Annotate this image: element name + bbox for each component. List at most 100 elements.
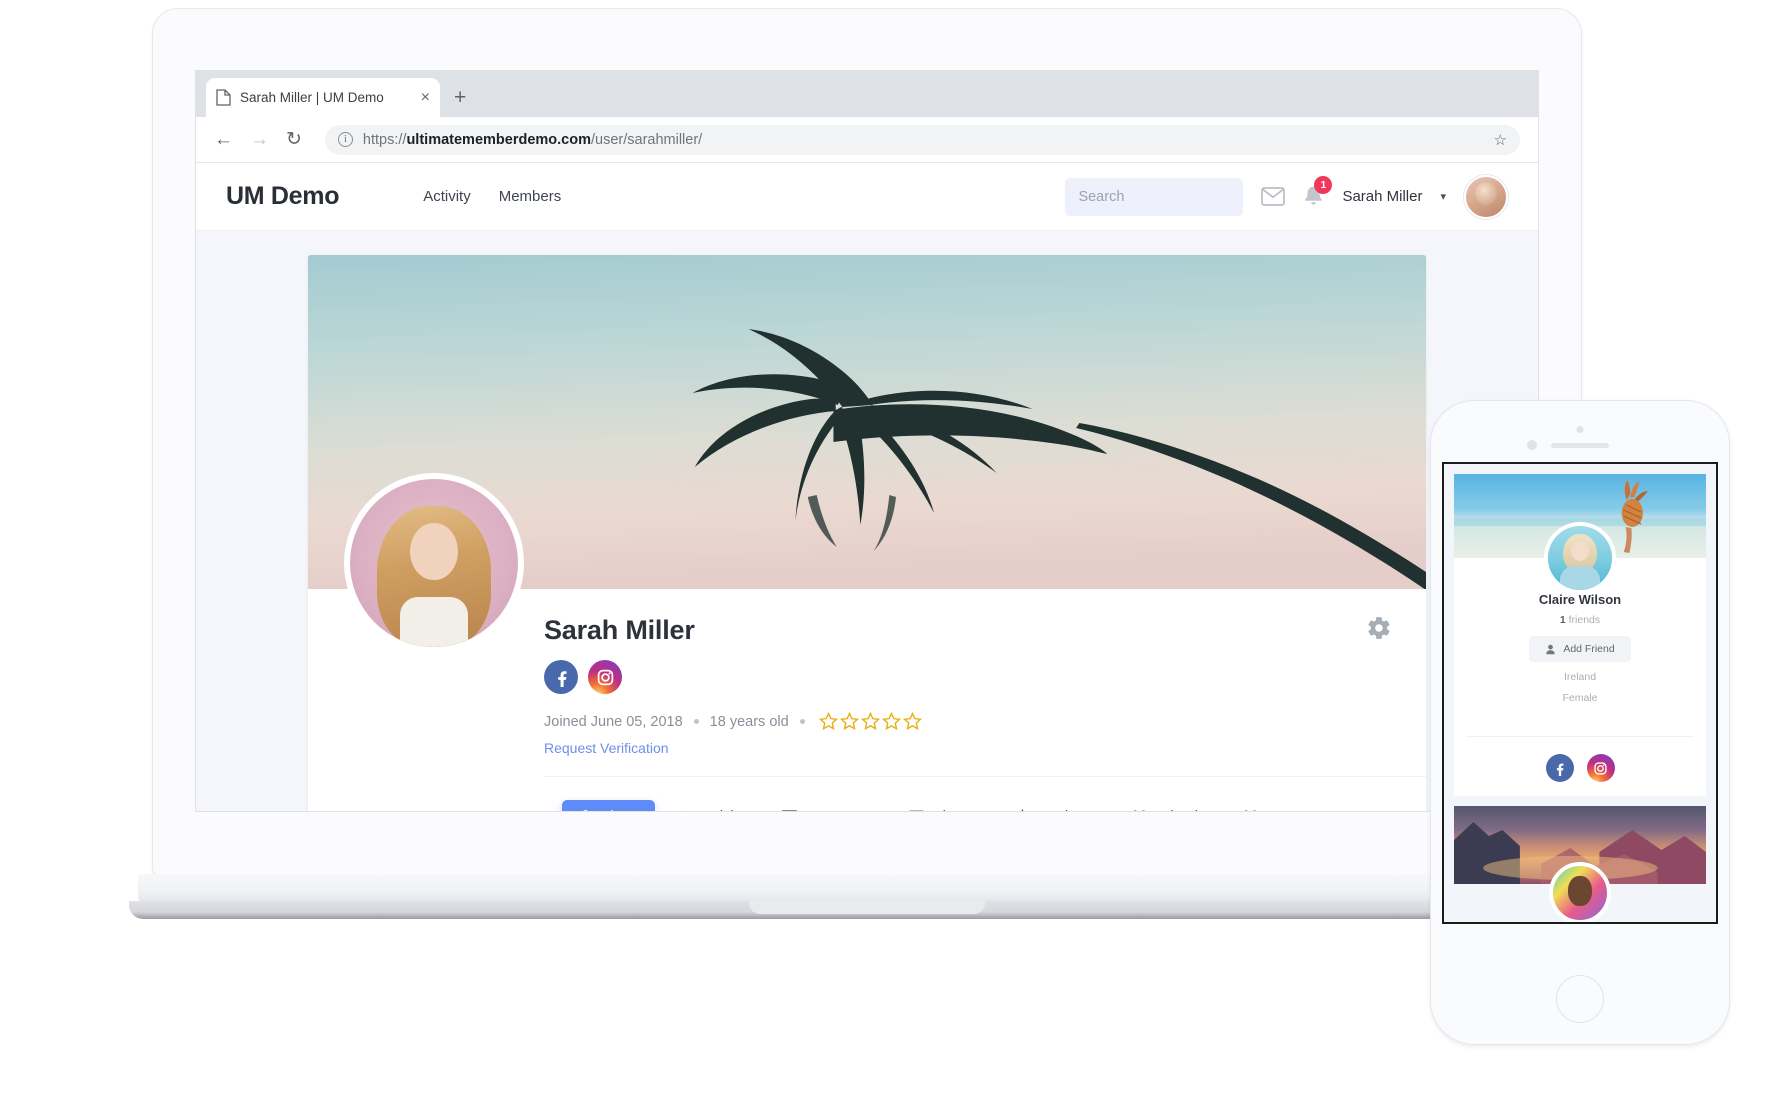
- site-logo[interactable]: UM Demo: [226, 182, 339, 211]
- user-icon: [1545, 644, 1556, 655]
- profile-meta: Joined June 05, 2018 18 years old: [544, 712, 1426, 731]
- browser-tab-strip: Sarah Miller | UM Demo × +: [196, 71, 1538, 117]
- navbar-user-name[interactable]: Sarah Miller: [1342, 188, 1422, 205]
- phone-social-links: [1454, 737, 1706, 796]
- browser-tab-title: Sarah Miller | UM Demo: [240, 90, 412, 105]
- close-tab-icon[interactable]: ×: [421, 90, 430, 106]
- url-prefix: https://: [363, 132, 407, 148]
- page-favicon-icon: [216, 89, 231, 106]
- request-verification-link[interactable]: Request Verification: [544, 740, 1426, 756]
- tab-activity-label: Activity: [699, 809, 745, 813]
- profile-joined-date: Joined June 05, 2018: [544, 714, 683, 730]
- star-icon: [1014, 808, 1031, 812]
- instagram-icon[interactable]: [588, 660, 622, 694]
- site-nav-links: Activity Members: [423, 188, 561, 205]
- navbar-avatar[interactable]: [1464, 175, 1508, 219]
- url-domain: ultimatememberdemo.com: [406, 132, 591, 148]
- profile-tabs: About Activity Messages: [544, 776, 1426, 812]
- laptop-screen: Sarah Miller | UM Demo × + ← → ↻ i https…: [195, 70, 1539, 812]
- profile-age: 18 years old: [710, 714, 789, 730]
- profile-avatar[interactable]: [344, 473, 524, 653]
- star-icon[interactable]: [819, 712, 838, 731]
- search-placeholder: Search: [1078, 189, 1124, 205]
- tab-messages-label: Messages: [806, 809, 872, 813]
- profile-card: Sarah Miller: [308, 255, 1426, 812]
- address-bar[interactable]: i https://ultimatememberdemo.com/user/sa…: [325, 125, 1520, 155]
- meta-separator: [694, 719, 699, 724]
- screenshot-stage: Sarah Miller | UM Demo × + ← → ↻ i https…: [0, 0, 1776, 1095]
- tab-about[interactable]: About: [562, 800, 655, 813]
- gear-icon[interactable]: [1366, 615, 1392, 646]
- add-friend-label: Add Friend: [1563, 643, 1614, 655]
- star-icon[interactable]: [861, 712, 880, 731]
- back-button[interactable]: ←: [214, 130, 233, 149]
- image-icon: [908, 809, 925, 813]
- star-icon[interactable]: [840, 712, 859, 731]
- tab-reviews[interactable]: Reviews: [998, 799, 1110, 812]
- chevron-down-icon[interactable]: ▾: [1440, 190, 1446, 203]
- navbar-right: Search: [1065, 175, 1508, 219]
- profile-details: Sarah Miller: [308, 589, 1426, 812]
- phone-mockup: Claire Wilson 1 friends Add Friend Irela…: [1430, 400, 1730, 1045]
- friends-label: friends: [1569, 614, 1601, 626]
- profile-name: Sarah Miller: [544, 589, 1426, 646]
- tab-friends-label: Friends: [1157, 809, 1205, 813]
- avatar-face: [1568, 876, 1592, 906]
- reload-button[interactable]: ↻: [286, 130, 302, 149]
- meta-separator: [800, 719, 805, 724]
- avatar-face: [410, 523, 457, 580]
- avatar-top: [400, 597, 467, 647]
- users-icon: [1241, 809, 1260, 812]
- phone-profile-avatar[interactable]: [1544, 522, 1616, 594]
- star-icon[interactable]: [903, 712, 922, 731]
- messages-icon[interactable]: [1261, 187, 1285, 206]
- tab-about-label: About: [601, 809, 639, 813]
- instagram-icon[interactable]: [1587, 754, 1615, 782]
- profile-social-links: [544, 660, 1426, 694]
- edit-icon: [675, 809, 691, 813]
- phone-screen: Claire Wilson 1 friends Add Friend Irela…: [1442, 462, 1718, 924]
- rating-stars[interactable]: [819, 712, 922, 731]
- phone-speaker: [1551, 443, 1609, 448]
- phone-profile-country: Ireland: [1468, 671, 1692, 683]
- user-icon: [578, 809, 593, 812]
- phone-profile-card: Claire Wilson 1 friends Add Friend Irela…: [1454, 474, 1706, 796]
- profile-page: Sarah Miller: [196, 231, 1538, 812]
- tab-friends[interactable]: Friends: [1114, 800, 1221, 813]
- tab-photos[interactable]: Photos: [892, 800, 994, 813]
- site-viewport: UM Demo Activity Members Search: [196, 163, 1538, 812]
- tab-groups[interactable]: Groups: [1225, 800, 1332, 813]
- tab-activity[interactable]: Activity: [659, 800, 761, 813]
- avatar-face: [1571, 541, 1589, 560]
- laptop-hinge: [138, 874, 1596, 904]
- nav-link-members[interactable]: Members: [499, 188, 562, 205]
- phone-camera: [1577, 426, 1584, 433]
- phone-profile-name: Claire Wilson: [1468, 592, 1692, 607]
- tab-groups-label: Groups: [1268, 809, 1316, 813]
- site-info-icon[interactable]: i: [338, 132, 353, 147]
- envelope-icon: [781, 810, 798, 813]
- phone-profile-gender: Female: [1468, 692, 1692, 704]
- users-icon: [1130, 809, 1149, 812]
- phone-home-button[interactable]: [1556, 975, 1604, 1023]
- star-icon[interactable]: [882, 712, 901, 731]
- laptop-mockup: Sarah Miller | UM Demo × + ← → ↻ i https…: [152, 8, 1582, 913]
- add-friend-button[interactable]: Add Friend: [1529, 636, 1630, 662]
- forward-button[interactable]: →: [250, 130, 269, 149]
- browser-tab[interactable]: Sarah Miller | UM Demo ×: [206, 78, 440, 117]
- laptop-trackpad-notch: [749, 901, 985, 914]
- tab-reviews-label: Reviews: [1039, 809, 1094, 813]
- search-input[interactable]: Search: [1065, 178, 1243, 216]
- phone-friends-count: 1 friends: [1468, 614, 1692, 626]
- notification-badge: 1: [1314, 176, 1332, 194]
- address-bar-url: https://ultimatememberdemo.com/user/sara…: [363, 132, 702, 148]
- bookmark-star-icon[interactable]: ☆: [1494, 131, 1507, 149]
- facebook-icon[interactable]: [1546, 754, 1574, 782]
- notifications-icon[interactable]: 1: [1303, 185, 1324, 208]
- phone-profile-avatar-2[interactable]: [1549, 862, 1611, 924]
- browser-toolbar: ← → ↻ i https://ultimatememberdemo.com/u…: [196, 117, 1538, 163]
- new-tab-button[interactable]: +: [454, 87, 466, 108]
- facebook-icon[interactable]: [544, 660, 578, 694]
- nav-link-activity[interactable]: Activity: [423, 188, 471, 205]
- tab-messages[interactable]: Messages: [765, 800, 888, 813]
